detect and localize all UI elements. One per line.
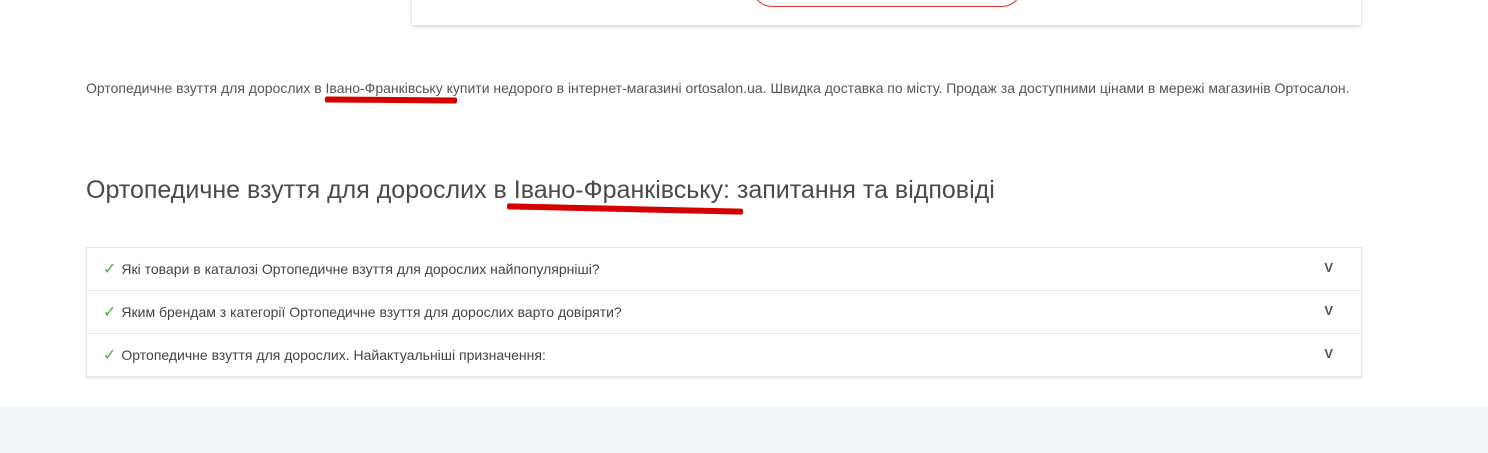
check-icon: ✓: [103, 347, 117, 364]
chevron-down-icon[interactable]: V: [1324, 303, 1333, 318]
red-underline-annotation: [324, 96, 458, 104]
check-icon: ✓: [103, 261, 117, 278]
footer-band: [0, 407, 1488, 453]
red-underline-annotation: [506, 203, 744, 215]
check-icon: ✓: [103, 304, 117, 321]
chevron-down-icon[interactable]: V: [1324, 260, 1333, 275]
faq-question: Які товари в каталозі Ортопедичне взуття…: [121, 261, 600, 277]
outline-button[interactable]: [752, 0, 1022, 7]
faq-item[interactable]: ✓ Яким брендам з категорії Ортопедичне в…: [87, 291, 1361, 334]
faq-question: Яким брендам з категорії Ортопедичне взу…: [121, 304, 622, 320]
faq-item[interactable]: ✓ Які товари в каталозі Ортопедичне взут…: [87, 248, 1361, 291]
faq-accordion: ✓ Які товари в каталозі Ортопедичне взут…: [86, 247, 1362, 377]
faq-title: Ортопедичне взуття для дорослих в Івано-…: [86, 176, 995, 204]
top-card: [412, 0, 1361, 25]
faq-question: Ортопедичне взуття для дорослих. Найакту…: [121, 347, 546, 363]
chevron-down-icon[interactable]: V: [1324, 346, 1333, 361]
faq-item[interactable]: ✓ Ортопедичне взуття для дорослих. Найак…: [87, 334, 1361, 376]
seo-description: Ортопедичне взуття для дорослих в Івано-…: [86, 80, 1350, 96]
